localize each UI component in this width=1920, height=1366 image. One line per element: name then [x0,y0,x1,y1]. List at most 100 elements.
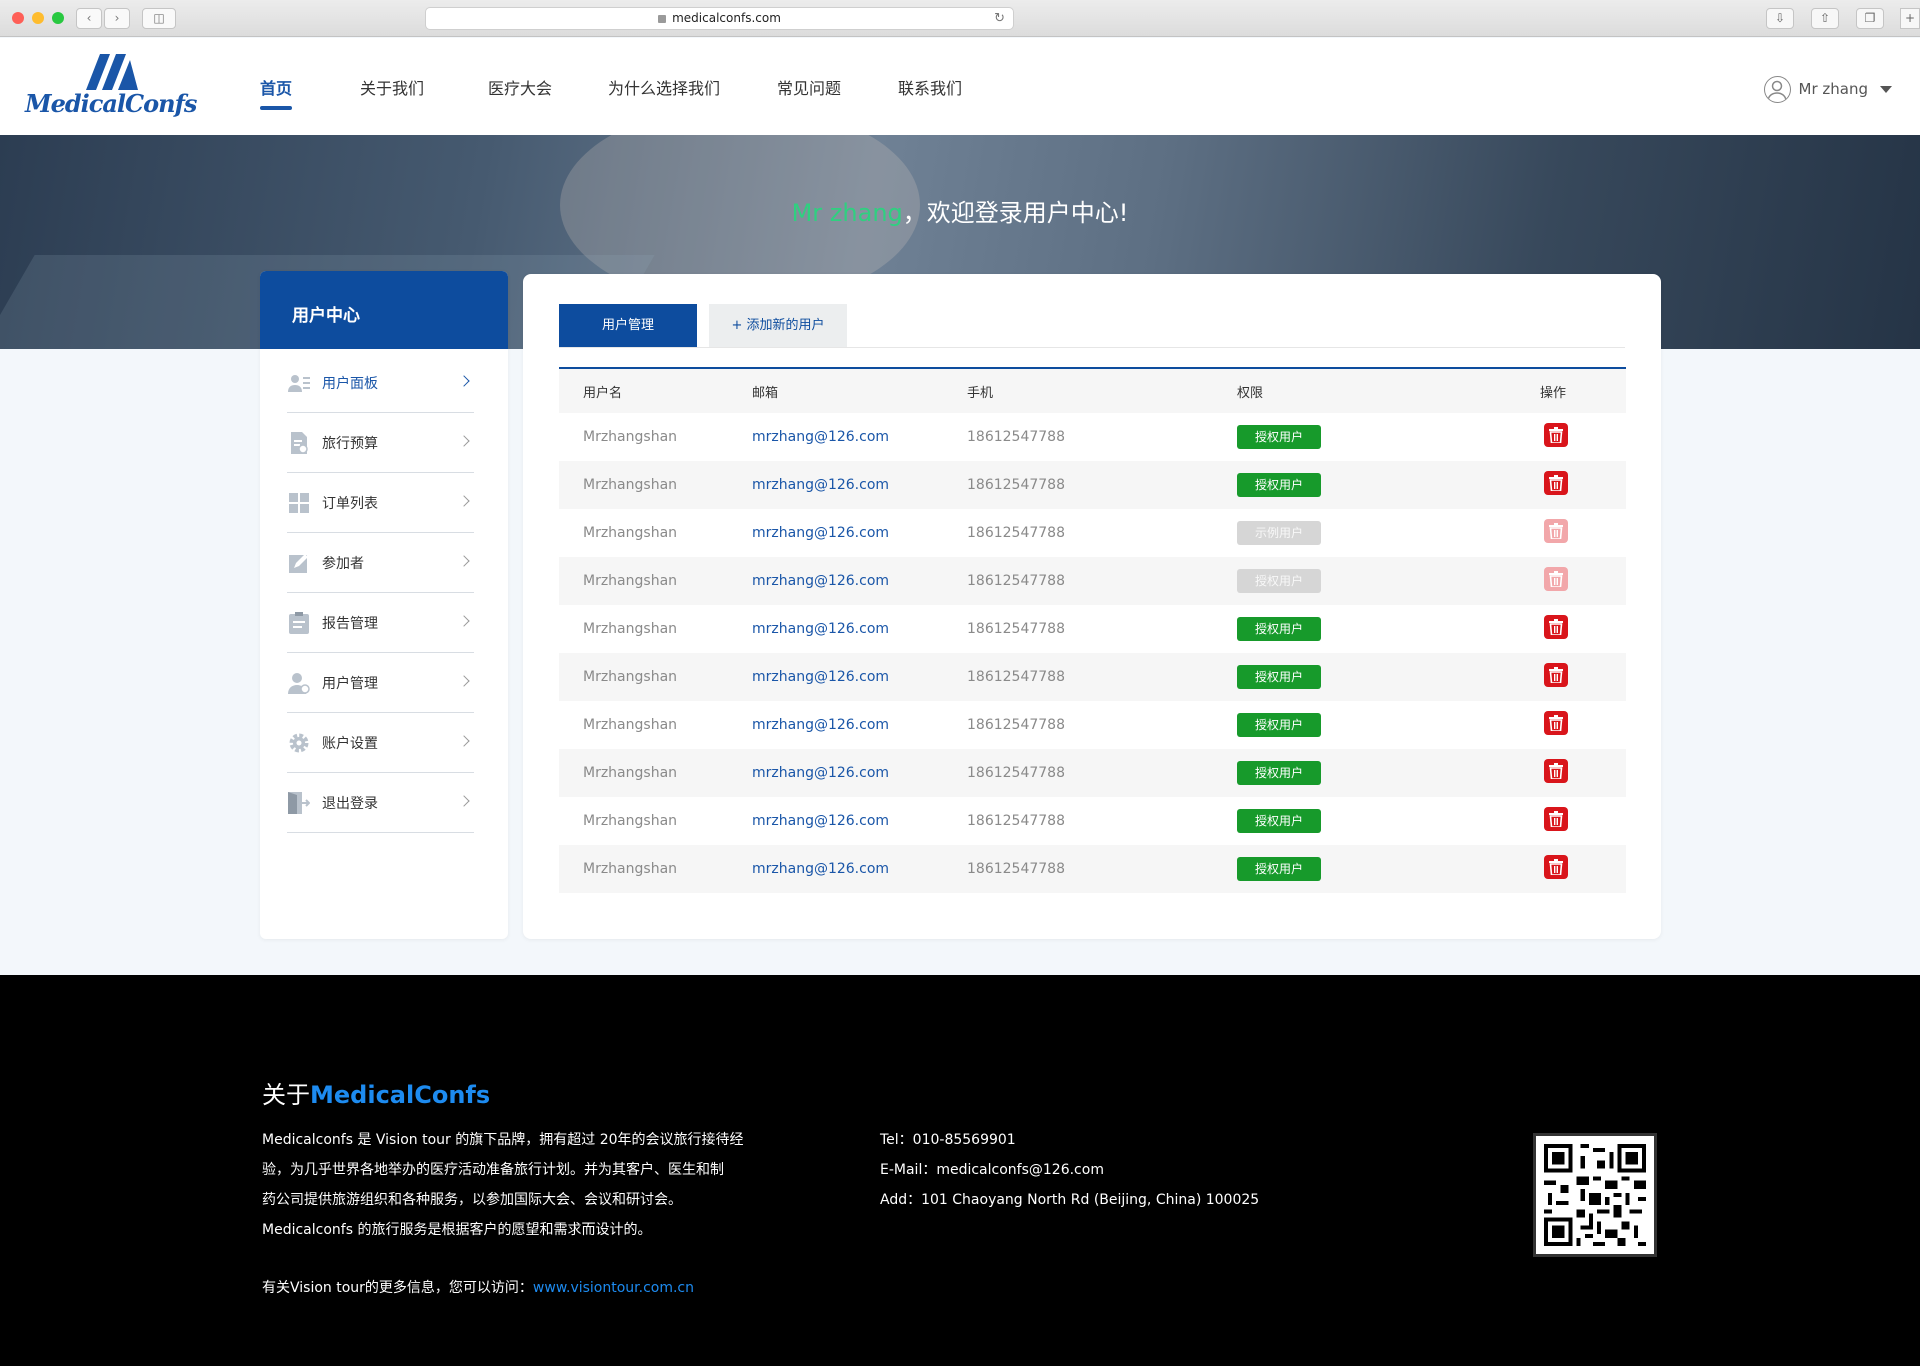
nav-item-about[interactable]: 关于我们 [360,75,424,99]
sidebar-item-budget[interactable]: 旅行预算 [287,413,474,473]
sidebar-item-logout[interactable]: 退出登录 [287,773,474,833]
delete-icon[interactable] [1544,759,1568,783]
tab-user-management[interactable]: 用户管理 [559,304,697,347]
permission-badge[interactable]: 授权用户 [1237,617,1321,641]
table-row: Mrzhangshan mrzhang@126.com 18612547788 授权用… [559,749,1626,797]
delete-icon[interactable] [1544,663,1568,687]
cell-actions [1540,759,1626,787]
cell-actions [1540,519,1626,547]
cell-phone: 18612547788 [967,477,1065,493]
sidebar-item-user-management[interactable]: 用户管理 [287,653,474,713]
permission-badge[interactable]: 授权用户 [1237,425,1321,449]
cell-email[interactable]: mrzhang@126.com [752,573,967,589]
grid-icon [288,492,310,514]
delete-icon[interactable] [1544,471,1568,495]
sidebar-item-label: 用户面板 [322,375,378,392]
nav-item-faq[interactable]: 常见问题 [777,75,841,99]
permission-badge[interactable]: 授权用户 [1237,857,1321,881]
sidebar-item-label: 旅行预算 [322,435,378,452]
delete-icon[interactable] [1544,807,1568,831]
column-header-phone: 手机 [967,385,994,401]
cell-email[interactable]: mrzhang@126.com [752,669,967,685]
sidebar-toggle-icon[interactable]: ◫ [142,8,176,29]
chevron-right-icon [458,795,470,807]
cell-email[interactable]: mrzhang@126.com [752,525,967,541]
permission-badge[interactable]: 授权用户 [1237,713,1321,737]
nav-label: 医疗大会 [488,79,553,98]
user-name: Mr zhang [1798,80,1868,98]
delete-icon[interactable] [1544,615,1568,639]
sidebar-item-reports[interactable]: 报告管理 [287,593,474,653]
cell-username: Mrzhangshan [583,717,678,733]
cell-actions [1540,471,1626,499]
permission-badge[interactable]: 授权用户 [1237,665,1321,689]
permission-badge[interactable]: 授权用户 [1237,809,1321,833]
back-button[interactable]: ‹ [76,8,102,29]
cell-email[interactable]: mrzhang@126.com [752,429,967,445]
cell-permission: 授权用户 [1237,665,1540,689]
cell-permission: 授权用户 [1237,761,1540,785]
cell-email[interactable]: mrzhang@126.com [752,717,967,733]
cell-email[interactable]: mrzhang@126.com [752,765,967,781]
footer-description: Medicalconfs 是 Vision tour 的旗下品牌，拥有超过 20… [262,1125,762,1245]
tabs-overview-icon[interactable]: ❐ [1856,8,1884,29]
sidebar-item-attendees[interactable]: 参加者 [287,533,474,593]
permission-badge[interactable]: 授权用户 [1237,473,1321,497]
permission-badge[interactable]: 示例用户 [1237,521,1321,545]
logo-text: MedicalConfs [25,89,197,118]
user-menu[interactable]: Mr zhang [1763,74,1892,104]
reload-icon[interactable]: ↻ [994,8,1005,29]
logout-icon [288,791,310,814]
logo-mark-icon [86,54,138,90]
table-row: Mrzhangshan mrzhang@126.com 18612547788 授权用… [559,797,1626,845]
table-row: Mrzhangshan mrzhang@126.com 18612547788 授权用… [559,557,1626,605]
table-row: Mrzhangshan mrzhang@126.com 18612547788 授权用… [559,653,1626,701]
cell-phone: 18612547788 [967,525,1065,541]
nav-item-contact[interactable]: 联系我们 [898,75,962,99]
delete-icon[interactable] [1544,855,1568,879]
sidebar-item-account-settings[interactable]: 账户设置 [287,713,474,773]
sidebar-item-label: 报告管理 [322,615,378,632]
nav-item-home[interactable]: 首页 [260,75,292,99]
forward-button[interactable]: › [104,8,130,29]
nav-item-why-us[interactable]: 为什么选择我们 [608,75,720,99]
cell-email[interactable]: mrzhang@126.com [752,861,967,877]
logo[interactable]: MedicalConfs [25,54,200,122]
download-icon[interactable]: ⇩ [1766,8,1794,29]
user-center-sidebar: 用户中心 用户面板 旅行预算 订单列表 参加者 报告管理 用户管理 账户设置 退… [260,271,508,939]
cell-email[interactable]: mrzhang@126.com [752,813,967,829]
delete-icon[interactable] [1544,567,1568,591]
permission-badge[interactable]: 授权用户 [1237,569,1321,593]
sidebar-item-orders[interactable]: 订单列表 [287,473,474,533]
cell-permission: 授权用户 [1237,425,1540,449]
table-row: Mrzhangshan mrzhang@126.com 18612547788 授权用… [559,605,1626,653]
cell-permission: 授权用户 [1237,569,1540,593]
footer-website-link[interactable]: www.visiontour.com.cn [533,1280,694,1296]
cell-phone: 18612547788 [967,765,1065,781]
nav-item-conferences[interactable]: 医疗大会 [488,75,552,99]
address-bar[interactable]: medicalconfs.com ↻ [425,7,1014,30]
cell-phone: 18612547788 [967,429,1065,445]
close-window-button[interactable] [12,12,24,24]
chevron-right-icon [458,555,470,567]
tab-add-user[interactable]: + 添加新的用户 [709,304,847,347]
cell-actions [1540,663,1626,691]
sidebar-item-label: 参加者 [322,555,364,572]
cell-email[interactable]: mrzhang@126.com [752,477,967,493]
delete-icon[interactable] [1544,423,1568,447]
table-header: 用户名 邮箱 手机 权限 操作 [559,369,1626,413]
permission-badge[interactable]: 授权用户 [1237,761,1321,785]
delete-icon[interactable] [1544,711,1568,735]
nav-active-indicator [260,106,292,110]
share-icon[interactable]: ⇧ [1811,8,1839,29]
minimize-window-button[interactable] [32,12,44,24]
sidebar-item-user-panel[interactable]: 用户面板 [287,353,474,413]
site-header: MedicalConfs 首页 关于我们 医疗大会 为什么选择我们 常见问题 联… [0,38,1920,135]
cell-username: Mrzhangshan [583,525,678,541]
new-tab-icon[interactable]: + [1900,8,1920,29]
zoom-window-button[interactable] [52,12,64,24]
cell-phone: 18612547788 [967,621,1065,637]
column-header-email: 邮箱 [752,385,779,401]
delete-icon[interactable] [1544,519,1568,543]
cell-email[interactable]: mrzhang@126.com [752,621,967,637]
